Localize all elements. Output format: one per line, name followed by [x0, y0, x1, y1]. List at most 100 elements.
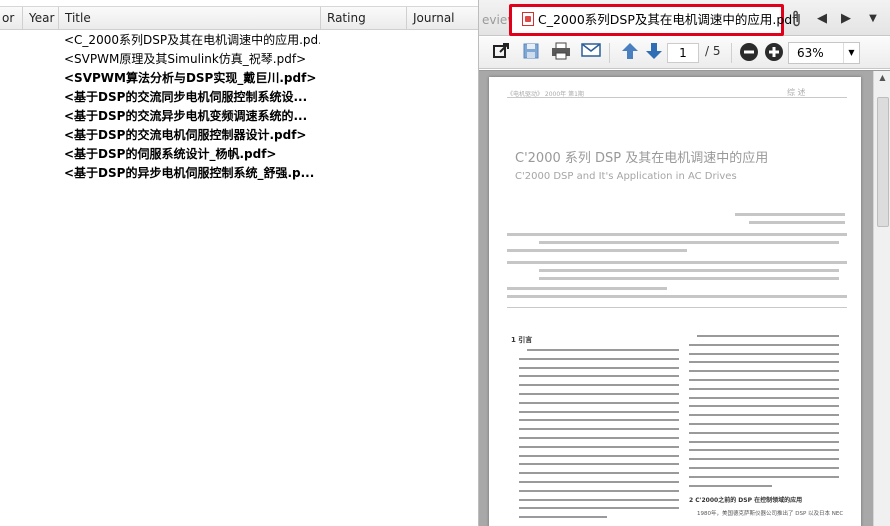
body-text-line: [689, 449, 839, 452]
body-text-line: [519, 472, 679, 475]
body-text-line: [697, 335, 839, 337]
body-text-line: [689, 379, 839, 381]
body-text-line: [689, 467, 839, 469]
scroll-up-icon[interactable]: ▲: [874, 71, 890, 85]
section-heading-2: 2 C'2000之前的 DSP 在控制领域的应用: [689, 497, 803, 504]
table-row[interactable]: <基于DSP的交流同步电机伺服控制系统设...: [0, 88, 478, 107]
column-title[interactable]: Title: [58, 7, 320, 29]
body-text-line: [519, 437, 679, 439]
body-text-line: [519, 445, 679, 448]
body-text-line: [689, 396, 839, 399]
tab-pdf-title: C_2000系列DSP及其在电机调速中的应用.pdf: [538, 12, 797, 27]
body-text-start: 1980年，美国德克萨斯仪器公司推出了 DSP 以及日本 NEC: [697, 511, 844, 517]
body-text-line: [519, 454, 679, 457]
arrow-up-icon[interactable]: [619, 42, 641, 64]
abstract-line: [539, 241, 839, 244]
external-link-icon[interactable]: [490, 42, 512, 64]
body-text-line: [519, 428, 679, 431]
body-text-line: [689, 458, 839, 461]
pdf-page-area[interactable]: 《电机驱动》 2000年 第1期 综 述 C'2000 系列 DSP 及其在电机…: [479, 70, 890, 526]
paperclip-icon[interactable]: [788, 10, 806, 28]
toolbar-separator: [609, 43, 610, 63]
plus-circle-icon[interactable]: [763, 42, 785, 64]
section-heading-1: 1 引言: [511, 336, 533, 344]
row-title: <基于DSP的交流异步电机变频调速系统的...: [64, 109, 308, 123]
classification-line: [507, 295, 847, 298]
column-rating[interactable]: Rating: [320, 7, 406, 29]
table-row[interactable]: <基于DSP的异步电机伺服控制系统_舒强.p...: [0, 164, 478, 183]
row-title: <基于DSP的异步电机伺服控制系统_舒强.p...: [64, 166, 315, 180]
body-text-line: [689, 423, 839, 425]
tab-pdf-document[interactable]: C_2000系列DSP及其在电机调速中的应用.pdf: [509, 4, 797, 36]
body-text-line: [689, 431, 839, 434]
row-title: <C_2000系列DSP及其在电机调速中的应用.pd...: [64, 33, 320, 47]
abstract-line: [507, 233, 847, 236]
body-text-line: [527, 349, 679, 351]
header-rule: [507, 97, 847, 98]
body-text-line: [519, 384, 679, 387]
row-title: <基于DSP的交流同步电机伺服控制系统设...: [64, 90, 308, 104]
column-journal[interactable]: Journal: [406, 7, 478, 29]
triangle-left-icon[interactable]: ◀: [813, 10, 831, 28]
table-row[interactable]: <SVPWM算法分析与DSP实现_戴巨川.pdf>: [0, 69, 478, 88]
body-text-line: [519, 375, 679, 378]
table-row[interactable]: <C_2000系列DSP及其在电机调速中的应用.pd...: [0, 31, 478, 50]
doc-title-cn: C'2000 系列 DSP 及其在电机调速中的应用: [515, 151, 769, 166]
row-title: <SVPWM算法分析与DSP实现_戴巨川.pdf>: [64, 71, 317, 85]
body-text-line: [689, 484, 772, 487]
body-text-line: [689, 352, 839, 355]
floppy-disk-icon[interactable]: [520, 42, 542, 64]
pdf-file-icon: [522, 12, 534, 26]
row-title: <SVPWM原理及其Simulink仿真_祝琴.pdf>: [64, 52, 307, 66]
abstract-line: [539, 277, 839, 280]
body-text-line: [519, 410, 679, 413]
abstract-rule: [507, 307, 847, 308]
body-text-line: [519, 481, 679, 483]
abstract-line: [539, 269, 839, 272]
scrollbar-thumb[interactable]: [877, 97, 889, 227]
body-text-line: [689, 414, 839, 417]
column-year[interactable]: Year: [22, 7, 58, 29]
author-line: [735, 213, 845, 216]
tab-bar: eview C_2000系列DSP及其在电机调速中的应用.pdf ◀ ▶ ▼: [479, 0, 890, 36]
triangle-right-icon[interactable]: ▶: [837, 10, 855, 28]
body-text-line: [689, 343, 839, 346]
table-row[interactable]: <基于DSP的交流电机伺服控制器设计.pdf>: [0, 126, 478, 145]
dropdown-icon[interactable]: ▼: [864, 10, 882, 28]
body-text-line: [519, 419, 679, 422]
table-row[interactable]: <基于DSP的伺服系统设计_杨帆.pdf>: [0, 145, 478, 164]
page-total: / 5: [705, 44, 721, 58]
body-text-line: [519, 489, 679, 492]
printer-icon[interactable]: [550, 42, 572, 64]
body-text-line: [689, 405, 839, 408]
envelope-icon[interactable]: [580, 42, 602, 64]
vertical-scrollbar[interactable]: ▲: [873, 71, 890, 526]
body-text-line: [689, 370, 839, 373]
pdf-viewer-panel: eview C_2000系列DSP及其在电机调速中的应用.pdf ◀ ▶ ▼ 1…: [478, 0, 890, 526]
column-author[interactable]: or: [0, 7, 20, 29]
pdf-page: 《电机驱动》 2000年 第1期 综 述 C'2000 系列 DSP 及其在电机…: [489, 77, 861, 526]
library-table-header: or Year Title Rating Journal: [0, 6, 478, 30]
page-number-input[interactable]: 1: [667, 43, 699, 63]
arrow-down-icon[interactable]: [643, 42, 665, 64]
body-text-line: [519, 357, 679, 360]
doc-title-en: C'2000 DSP and It's Application in AC Dr…: [515, 171, 737, 182]
chevron-down-icon[interactable]: ▼: [843, 43, 859, 63]
body-text-line: [689, 387, 839, 390]
body-text-line: [519, 507, 679, 510]
zoom-value: 63%: [797, 46, 824, 60]
body-text-line: [519, 498, 679, 501]
body-text-line: [519, 463, 679, 466]
body-text-line: [689, 440, 839, 443]
body-text-line: [689, 361, 839, 364]
zoom-select[interactable]: 63% ▼: [788, 42, 860, 64]
table-row[interactable]: <SVPWM原理及其Simulink仿真_祝琴.pdf>: [0, 50, 478, 69]
body-text-line: [689, 475, 839, 478]
row-title: <基于DSP的交流电机伺服控制器设计.pdf>: [64, 128, 307, 142]
minus-circle-icon[interactable]: [738, 42, 760, 64]
library-table-body: <C_2000系列DSP及其在电机调速中的应用.pd... <SVPWM原理及其S…: [0, 31, 478, 183]
row-title: <基于DSP的伺服系统设计_杨帆.pdf>: [64, 147, 277, 161]
body-text-line: [519, 393, 679, 395]
table-row[interactable]: <基于DSP的交流异步电机变频调速系统的...: [0, 107, 478, 126]
abstract-line: [507, 261, 847, 264]
